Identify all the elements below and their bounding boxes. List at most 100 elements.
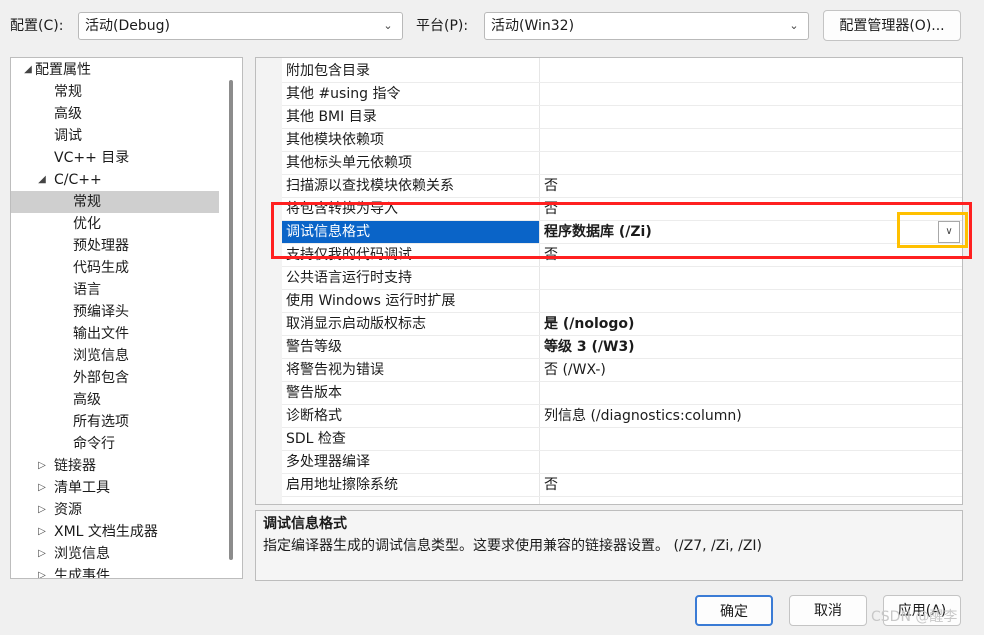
- tree-item-label: 高级: [54, 106, 82, 122]
- tree-item[interactable]: 预编译头: [11, 301, 219, 323]
- platform-select-value: 活动(Win32): [491, 18, 575, 34]
- property-row[interactable]: SDL 检查: [282, 428, 962, 451]
- property-name: 其他模块依赖项: [286, 132, 384, 148]
- triangle-collapsed-icon[interactable]: ▷: [35, 477, 49, 499]
- property-name: 使用 Windows 运行时扩展: [286, 293, 456, 309]
- tree-item[interactable]: ▷ 清单工具: [11, 477, 219, 499]
- tree-item[interactable]: 所有选项: [11, 411, 219, 433]
- description-panel: 调试信息格式 指定编译器生成的调试信息类型。这要求使用兼容的链接器设置。 (/Z…: [255, 510, 963, 581]
- property-row[interactable]: 多处理器编译: [282, 451, 962, 474]
- config-select-value: 活动(Debug): [85, 18, 170, 34]
- property-tree[interactable]: ◢ 配置属性 常规 高级 调试 VC++ 目录 ◢ C/C++ 常规 优化 预处理器 代码生成 语言 预编…: [10, 57, 243, 579]
- triangle-expanded-icon[interactable]: ◢: [21, 59, 35, 81]
- tree-item-label: 配置属性: [35, 62, 91, 78]
- property-name: 多处理器编译: [286, 454, 370, 470]
- property-name: 警告等级: [286, 339, 342, 355]
- property-row[interactable]: 使用 Windows 运行时扩展: [282, 290, 962, 313]
- property-row[interactable]: 警告等级 等级 3 (/W3): [282, 336, 962, 359]
- tree-item-label: 常规: [73, 194, 101, 210]
- tree-item[interactable]: ◢ 配置属性: [11, 59, 219, 81]
- tree-item[interactable]: 常规: [11, 191, 219, 213]
- highlight-yellow-box: [897, 212, 968, 248]
- triangle-collapsed-icon[interactable]: ▷: [35, 499, 49, 521]
- property-name: 启用地址擦除系统: [286, 477, 398, 493]
- property-name: 取消显示启动版权标志: [286, 316, 426, 332]
- tree-item[interactable]: 优化: [11, 213, 219, 235]
- tree-item[interactable]: 调试: [11, 125, 219, 147]
- property-grid[interactable]: 附加包含目录其他 #using 指令 其他 BMI 目录 其他模块依赖项其他标头单元…: [255, 57, 963, 505]
- tree-item-label: 浏览信息: [54, 546, 110, 562]
- tree-item[interactable]: ◢ C/C++: [11, 169, 219, 191]
- tree-item-label: VC++ 目录: [54, 150, 130, 166]
- property-value[interactable]: 等级 3 (/W3): [544, 336, 635, 358]
- tree-item[interactable]: ▷ 浏览信息: [11, 543, 219, 565]
- platform-label: 平台(P):: [416, 18, 469, 34]
- tree-item[interactable]: ▷ 资源: [11, 499, 219, 521]
- tree-item-label: XML 文档生成器: [54, 524, 158, 540]
- tree-item-label: 输出文件: [73, 326, 129, 342]
- property-row[interactable]: 其他 #using 指令: [282, 83, 962, 106]
- triangle-collapsed-icon[interactable]: ▷: [35, 521, 49, 543]
- tree-item[interactable]: 外部包含: [11, 367, 219, 389]
- ok-button[interactable]: 确定: [695, 595, 773, 626]
- property-row[interactable]: 公共语言运行时支持: [282, 267, 962, 290]
- property-row[interactable]: 附加包含目录: [282, 60, 962, 83]
- cancel-button[interactable]: 取消: [789, 595, 867, 626]
- property-row[interactable]: 其他模块依赖项: [282, 129, 962, 152]
- tree-item[interactable]: 常规: [11, 81, 219, 103]
- tree-item-label: 预编译头: [73, 304, 129, 320]
- property-row[interactable]: 将警告视为错误 否 (/WX-): [282, 359, 962, 382]
- tree-item-label: 语言: [73, 282, 101, 298]
- property-name: 其他标头单元依赖项: [286, 155, 412, 171]
- property-row[interactable]: 启用地址擦除系统 否: [282, 474, 962, 497]
- tree-item[interactable]: ▷ 链接器: [11, 455, 219, 477]
- description-title: 调试信息格式: [263, 516, 347, 532]
- property-row[interactable]: 警告版本: [282, 382, 962, 405]
- watermark: CSDN @醒李: [871, 609, 958, 625]
- triangle-expanded-icon[interactable]: ◢: [35, 169, 49, 191]
- platform-select[interactable]: 活动(Win32) ⌄: [484, 12, 809, 40]
- tree-item-label: 清单工具: [54, 480, 110, 496]
- tree-item-label: 外部包含: [73, 370, 129, 386]
- property-row[interactable]: 其他标头单元依赖项: [282, 152, 962, 175]
- tree-item-label: 命令行: [73, 436, 115, 452]
- tree-item[interactable]: 浏览信息: [11, 345, 219, 367]
- grid-gutter: [256, 58, 282, 504]
- tree-item-label: 资源: [54, 502, 82, 518]
- property-name: 其他 #using 指令: [286, 86, 401, 102]
- description-body: 指定编译器生成的调试信息类型。这要求使用兼容的链接器设置。 (/Z7, /Zi,…: [263, 538, 763, 554]
- property-name: 公共语言运行时支持: [286, 270, 412, 286]
- tree-item[interactable]: 高级: [11, 389, 219, 411]
- tree-item[interactable]: 预处理器: [11, 235, 219, 257]
- config-select[interactable]: 活动(Debug) ⌄: [78, 12, 403, 40]
- property-name: 将警告视为错误: [286, 362, 384, 378]
- tree-item[interactable]: 输出文件: [11, 323, 219, 345]
- tree-item[interactable]: 代码生成: [11, 257, 219, 279]
- tree-item[interactable]: 命令行: [11, 433, 219, 455]
- tree-item-label: 浏览信息: [73, 348, 129, 364]
- tree-item[interactable]: 高级: [11, 103, 219, 125]
- property-name: 扫描源以查找模块依赖关系: [286, 178, 454, 194]
- tree-scrollbar[interactable]: [229, 80, 233, 560]
- property-row[interactable]: 扫描源以查找模块依赖关系 否: [282, 175, 962, 198]
- tree-item[interactable]: ▷ XML 文档生成器: [11, 521, 219, 543]
- property-row[interactable]: 其他 BMI 目录: [282, 106, 962, 129]
- tree-item[interactable]: 语言: [11, 279, 219, 301]
- property-value[interactable]: 否 (/WX-): [544, 359, 606, 381]
- property-name: 其他 BMI 目录: [286, 109, 377, 125]
- tree-item[interactable]: VC++ 目录: [11, 147, 219, 169]
- property-value[interactable]: 否: [544, 474, 558, 496]
- property-value[interactable]: 否: [544, 175, 558, 197]
- property-value[interactable]: 列信息 (/diagnostics:column): [544, 405, 742, 427]
- property-row[interactable]: 取消显示启动版权标志 是 (/nologo): [282, 313, 962, 336]
- config-manager-button[interactable]: 配置管理器(O)...: [823, 10, 961, 41]
- property-value[interactable]: 是 (/nologo): [544, 313, 634, 335]
- tree-item[interactable]: ▷ 生成事件: [11, 565, 219, 579]
- tree-item-label: 生成事件: [54, 568, 110, 579]
- property-name: 附加包含目录: [286, 63, 370, 79]
- tree-item-label: 调试: [54, 128, 82, 144]
- triangle-collapsed-icon[interactable]: ▷: [35, 565, 49, 578]
- property-row[interactable]: 诊断格式 列信息 (/diagnostics:column): [282, 405, 962, 428]
- triangle-collapsed-icon[interactable]: ▷: [35, 455, 49, 477]
- triangle-collapsed-icon[interactable]: ▷: [35, 543, 49, 565]
